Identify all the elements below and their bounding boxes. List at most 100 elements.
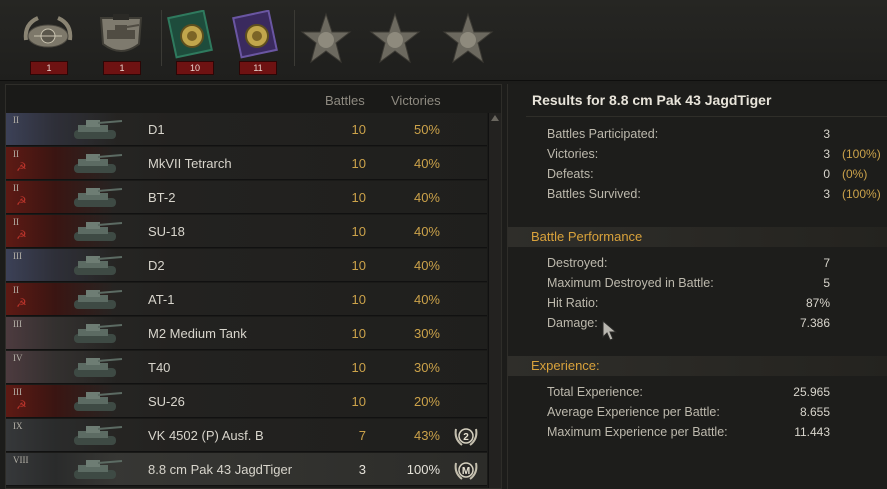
tank-icon [68,218,128,249]
battles-count: 10 [351,224,366,239]
vehicle-row[interactable]: II D1 10 50% [6,113,487,146]
achievement-count: 1 [30,61,68,75]
stat-value: 87% [805,296,830,310]
tank-icon [68,286,128,317]
stat-percent: (0%) [842,167,868,181]
tier-label: VIII [13,455,29,465]
tank-icon [68,150,128,181]
tier-label: II [13,217,19,227]
tank-icon [68,354,128,385]
tank-icon [68,422,128,453]
tier-label: II [13,285,19,295]
stat-label: Average Experience per Battle: [547,405,720,419]
vehicle-name: D1 [148,122,165,137]
victories-percent: 100% [406,462,440,477]
victories-percent: 40% [413,224,440,239]
hammer-sickle-icon: ☭ [16,228,27,242]
tier-label: III [13,387,22,397]
section-title: Experience: [531,358,600,373]
vehicle-name: VK 4502 (P) Ausf. B [148,428,264,443]
tank-icon [68,320,128,351]
vehicle-name: M2 Medium Tank [148,326,247,341]
stat-value: 5 [823,276,830,290]
stat-value: 3 [823,187,830,201]
achievement-purple-medal[interactable]: 11 [229,10,285,75]
scrollbar[interactable] [488,113,501,488]
stat-label: Victories: [547,147,599,161]
achievement-sniper[interactable]: 1 [20,10,76,75]
achievement-star-3[interactable] [440,10,496,74]
victories-percent: 40% [413,156,440,171]
vehicle-name: AT-1 [148,292,175,307]
scroll-up-icon[interactable] [491,115,499,121]
stat-label: Hit Ratio: [547,296,599,310]
green-medal-icon [167,10,213,59]
stat-label: Battles Participated: [547,127,659,141]
column-header-battles[interactable]: Battles [325,93,365,108]
vehicle-row[interactable]: III M2 Medium Tank 10 30% [6,317,487,350]
stat-label: Defeats: [547,167,594,181]
vehicle-row[interactable]: ☭ II MkVII Tetrarch 10 40% [6,147,487,180]
vehicle-row[interactable]: ☭ III SU-26 10 20% [6,385,487,418]
column-header-victories[interactable]: Victories [391,93,441,108]
tank-shield-badge-icon [99,14,143,52]
star-medal-2-icon [369,12,421,64]
vehicle-row[interactable]: ☭ II BT-2 10 40% [6,181,487,214]
section-header-experience: Experience: [508,356,887,376]
stat-value: 11.443 [794,425,830,439]
star-medal-1-icon [300,12,352,64]
victories-percent: 30% [413,326,440,341]
achievement-green-medal[interactable]: 10 [166,10,222,75]
achievement-star-1[interactable] [298,10,354,74]
achievement-tank-shield[interactable]: 1 [93,10,149,75]
mouse-cursor-icon [602,320,618,341]
vehicle-row[interactable]: III D2 10 40% [6,249,487,282]
victories-percent: 30% [413,360,440,375]
tier-label: III [13,319,22,329]
battles-count: 10 [351,326,366,341]
stat-value: 7.386 [799,316,830,330]
list-header: Battles Victories [6,85,501,113]
stat-value: 0 [823,167,830,181]
battles-count: 10 [351,360,366,375]
hammer-sickle-icon: ☭ [16,160,27,174]
divider [294,10,295,66]
battles-count: 10 [351,156,366,171]
vehicle-name: MkVII Tetrarch [148,156,232,171]
battles-count: 10 [351,258,366,273]
divider [526,116,887,117]
vehicle-name: SU-26 [148,394,185,409]
star-medal-3-icon [442,12,494,64]
stat-label: Maximum Experience per Battle: [547,425,728,439]
achievement-count: 1 [103,61,141,75]
stat-value: 7 [823,256,830,270]
stat-label: Maximum Destroyed in Battle: [547,276,714,290]
vehicle-row[interactable]: IX VK 4502 (P) Ausf. B 7 43% 2 [6,419,487,452]
stat-percent: (100%) [842,187,881,201]
victories-percent: 40% [413,292,440,307]
tier-label: IV [13,353,23,363]
hammer-sickle-icon: ☭ [16,296,27,310]
battles-count: 7 [358,428,366,443]
hammer-sickle-icon: ☭ [16,194,27,208]
achievement-count: 11 [239,61,277,75]
mastery-badge-icon: M [453,459,479,484]
vehicle-row[interactable]: IV T40 10 30% [6,351,487,384]
tank-icon [68,456,128,487]
tier-label: III [13,251,22,261]
stat-value: 25.965 [793,385,830,399]
achievement-star-2[interactable] [367,10,423,74]
vehicle-row[interactable]: ☭ II SU-18 10 40% [6,215,487,248]
stat-label: Total Experience: [547,385,643,399]
vehicle-list-panel: Battles Victories II D1 10 50% ☭ II MkVII Tetr… [5,84,502,489]
victories-percent: 43% [413,428,440,443]
vehicle-name: D2 [148,258,165,273]
victories-percent: 40% [413,258,440,273]
tier-label: II [13,183,19,193]
vehicle-row[interactable]: ☭ II AT-1 10 40% [6,283,487,316]
victories-percent: 40% [413,190,440,205]
vehicle-row[interactable]: VIII 8.8 cm Pak 43 JagdTiger 3 100% M [6,453,487,486]
tank-icon [68,388,128,419]
vehicle-name: SU-18 [148,224,185,239]
vehicle-name: 8.8 cm Pak 43 JagdTiger [148,462,293,477]
